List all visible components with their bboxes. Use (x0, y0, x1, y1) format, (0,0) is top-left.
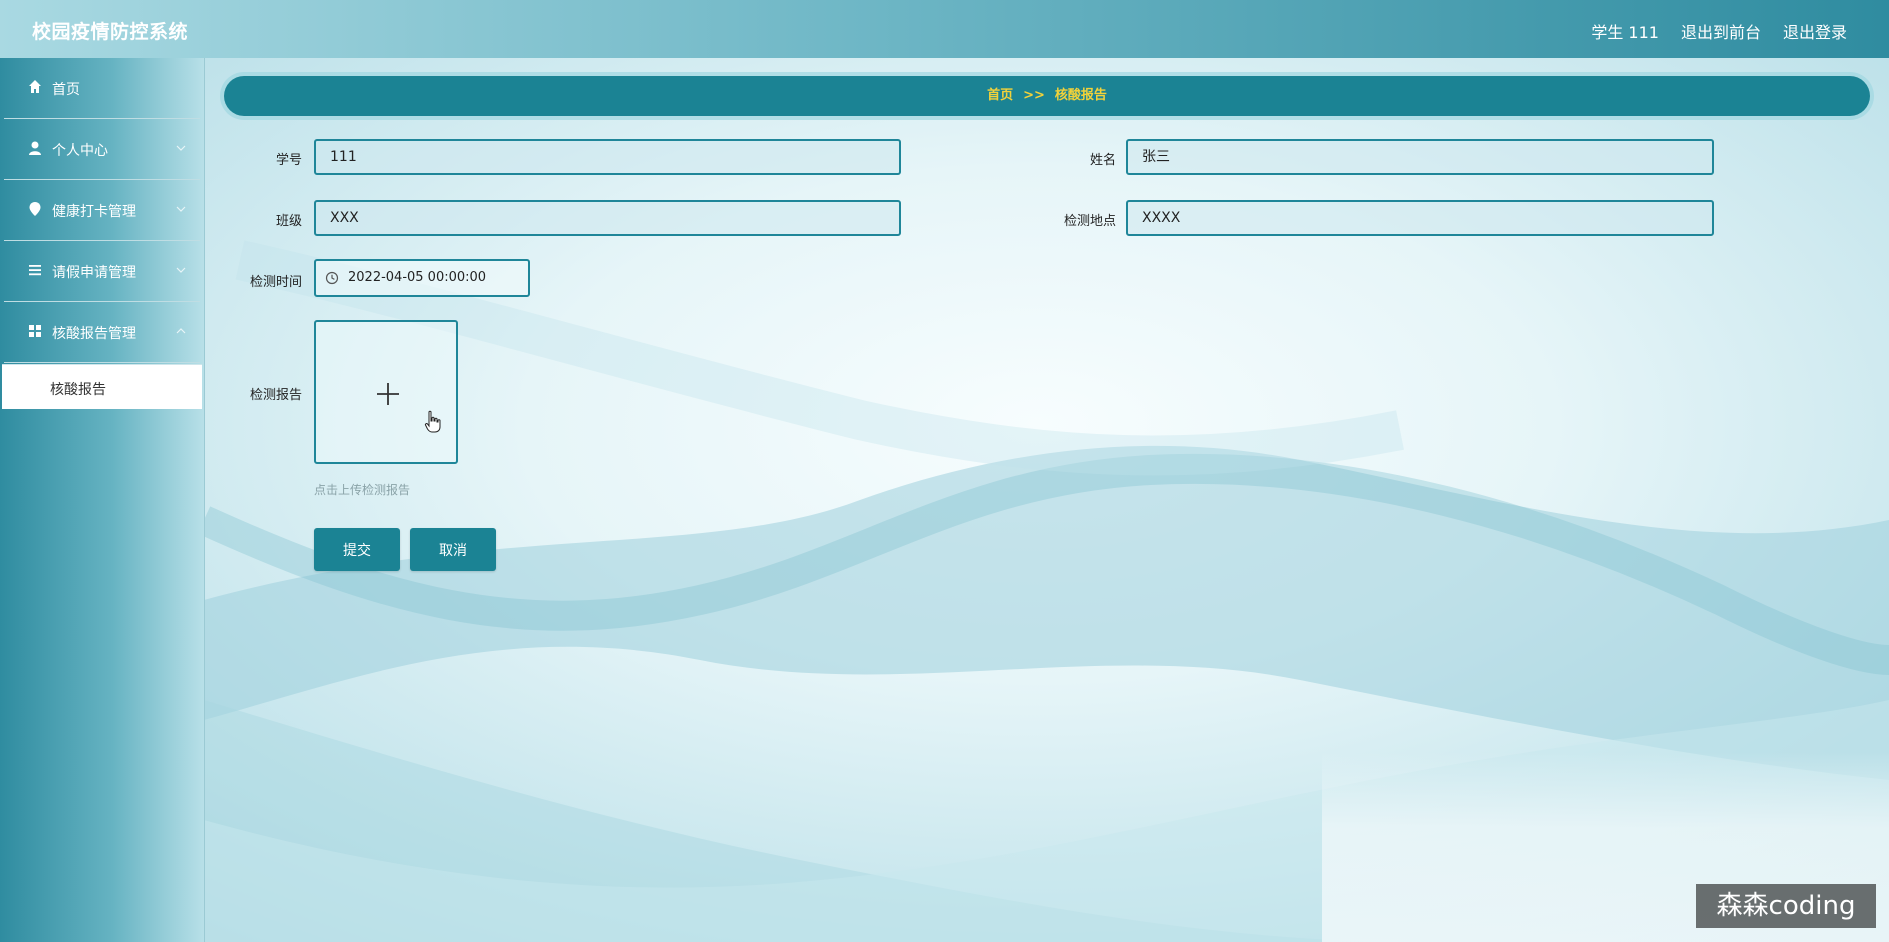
header-nav: 学生 111 退出到前台 退出登录 (1591, 19, 1847, 43)
sidebar-item-label: 首页 (52, 82, 80, 98)
cancel-button[interactable]: 取消 (410, 528, 496, 571)
submit-button[interactable]: 提交 (314, 528, 400, 571)
sidebar: 首页 个人中心 健康打卡管理 请假申请管理 核酸报告管理 (0, 58, 205, 942)
hand-cursor-icon (424, 410, 441, 433)
time-label: 检测时间 (249, 275, 302, 290)
report-upload-box[interactable] (314, 320, 458, 464)
location-icon (29, 202, 41, 216)
sidebar-item-label: 健康打卡管理 (52, 204, 136, 220)
grid-icon (29, 325, 41, 337)
location-label: 检测地点 (1063, 214, 1116, 229)
sidebar-item-nucleic-report-mgmt[interactable]: 核酸报告管理 (4, 302, 200, 363)
plus-icon (377, 383, 399, 405)
logout-link[interactable]: 退出登录 (1783, 19, 1847, 43)
clock-icon (325, 271, 339, 285)
sidebar-item-personal-center[interactable]: 个人中心 (4, 119, 200, 180)
sidebar-subitem-label: 核酸报告 (50, 382, 106, 398)
sidebar-item-label: 请假申请管理 (52, 265, 136, 281)
sidebar-item-leave-request[interactable]: 请假申请管理 (4, 241, 200, 302)
chevron-up-icon (176, 328, 186, 334)
watermark: 森森coding (1696, 884, 1876, 928)
upload-tip: 点击上传检测报告 (314, 483, 411, 497)
app-title: 校园疫情防控系统 (32, 21, 189, 43)
breadcrumb-current: 核酸报告 (1054, 88, 1107, 103)
sidebar-subitem-nucleic-report[interactable]: 核酸报告 (2, 364, 202, 409)
exit-to-front-link[interactable]: 退出到前台 (1681, 19, 1761, 43)
class-input[interactable]: XXX (314, 200, 901, 236)
chevron-down-icon (176, 206, 186, 212)
chevron-down-icon (176, 267, 186, 273)
breadcrumb: 首页 >> 核酸报告 (224, 76, 1870, 116)
name-label: 姓名 (1089, 153, 1116, 168)
list-icon (29, 265, 41, 276)
sidebar-item-health-checkin[interactable]: 健康打卡管理 (4, 180, 200, 241)
sidebar-item-label: 个人中心 (52, 143, 108, 159)
sidebar-item-label: 核酸报告管理 (52, 326, 136, 342)
student-id-input[interactable]: 111 (314, 139, 901, 175)
user-link[interactable]: 学生 111 (1591, 19, 1659, 43)
name-input[interactable]: 张三 (1126, 139, 1714, 175)
student-id-label: 学号 (275, 153, 302, 168)
user-icon (29, 141, 41, 155)
report-label: 检测报告 (249, 388, 302, 403)
location-input[interactable]: XXXX (1126, 200, 1714, 236)
breadcrumb-separator: >> (1023, 88, 1045, 103)
breadcrumb-home[interactable]: 首页 (987, 88, 1013, 103)
home-icon (29, 80, 41, 93)
time-datetime-picker[interactable]: 2022-04-05 00:00:00 (314, 259, 530, 297)
sidebar-item-home[interactable]: 首页 (4, 58, 200, 119)
top-header: 校园疫情防控系统 学生 111 退出到前台 退出登录 (0, 0, 1889, 58)
chevron-down-icon (176, 145, 186, 151)
time-value: 2022-04-05 00:00:00 (348, 270, 487, 285)
class-label: 班级 (275, 214, 302, 229)
